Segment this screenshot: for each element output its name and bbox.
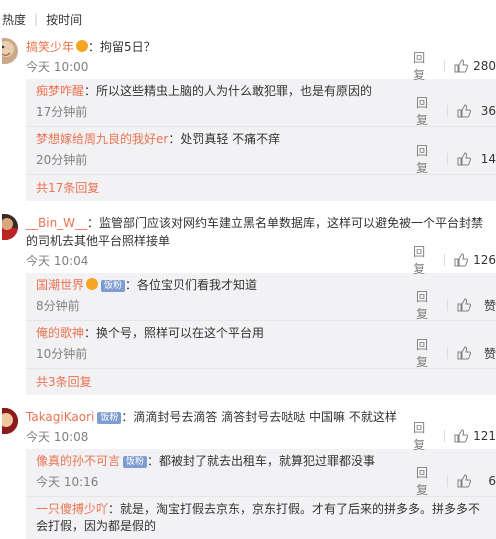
reply-time: 17分钟前	[36, 104, 88, 119]
replies-box: 痴梦咋醒：所以这些精虫上脑的人为什么敢犯罪，也是有原因的 17分钟前 回复 36 梦…	[26, 79, 496, 201]
reply-button[interactable]: 回复	[416, 142, 438, 176]
thumbs-up-icon[interactable]	[454, 59, 469, 73]
reply-username[interactable]: 像真的孙不可言	[36, 454, 120, 468]
reply-content: ：所以这些精虫上脑的人为什么敢犯罪，也是有原因的	[84, 84, 373, 98]
divider	[447, 153, 448, 165]
comment-item: TakagiKaori 饭粉 ：滴滴封号去滴答 滴答封号去哒哒 中国嘛 不就这样 今…	[0, 408, 496, 539]
divider	[447, 299, 448, 311]
sort-divider: |	[34, 12, 39, 26]
thumbs-up-icon[interactable]	[457, 152, 471, 166]
comment-meta: 今天 10:08 回复 121	[26, 421, 496, 452]
avatar-image-icon	[2, 218, 18, 240]
fan-badge: 饭粉	[123, 456, 148, 468]
avatar[interactable]	[2, 214, 18, 240]
avatar-image-icon	[2, 41, 14, 57]
reply-item: 像真的孙不可言 饭粉 ：都被封了就去出租车，就算犯过罪都没事 今天 10:16 回复 6	[26, 449, 496, 497]
reply-button[interactable]: 回复	[416, 94, 438, 128]
thumbs-up-icon[interactable]	[457, 474, 471, 488]
reply-username[interactable]: 痴梦咋醒	[36, 84, 84, 98]
vip-icon	[86, 278, 99, 290]
vip-icon	[76, 40, 89, 52]
reply-item: 梦想嫁给周九良的我好er：处罚真轻 不痛不痒 20分钟前 回复 14	[26, 127, 496, 175]
replies-box: 国潮世界 饭粉 ：各位宝贝们看我才知道 8分钟前 回复赞 俺的歌神：换个号，照样可以在…	[26, 273, 496, 395]
thumbs-up-icon[interactable]	[457, 298, 471, 312]
like-count: 14	[480, 152, 496, 166]
reply-time: 8分钟前	[36, 298, 80, 313]
divider	[447, 475, 448, 487]
thumbs-up-icon[interactable]	[454, 429, 469, 443]
comment-item: 搞笑少年 ：拘留5日？ 今天 10:00 回复 280 痴梦咋醒：所以这些精虫上脑…	[0, 38, 496, 201]
reply-item: 国潮世界 饭粉 ：各位宝贝们看我才知道 8分钟前 回复 赞	[26, 273, 496, 321]
comment-username[interactable]: 搞笑少年	[26, 40, 74, 54]
reply-button[interactable]: 回复	[416, 464, 438, 498]
thumbs-up-icon[interactable]	[457, 104, 471, 118]
sort-hot[interactable]: 热度	[2, 11, 26, 28]
thumbs-up-icon[interactable]	[457, 346, 471, 360]
thumbs-up-icon[interactable]	[454, 253, 469, 267]
fan-badge: 饭粉	[101, 280, 126, 292]
reply-content: ：都被封了就去出租车，就算犯过罪都没事	[147, 454, 376, 468]
divider	[444, 60, 446, 72]
reply-button[interactable]: 回复	[413, 49, 435, 83]
like-count: 126	[473, 253, 496, 267]
comment-time: 今天 10:00	[26, 59, 89, 74]
reply-time: 今天 10:16	[36, 474, 99, 489]
like-count: 121	[473, 429, 496, 443]
more-replies-link[interactable]: 共17条回复	[26, 175, 496, 201]
sort-time[interactable]: 按时间	[46, 11, 82, 28]
like-count: 280	[473, 59, 496, 73]
divider	[447, 105, 448, 117]
reply-time: 20分钟前	[36, 152, 88, 167]
like-count: 赞	[483, 346, 496, 361]
comment-meta: 今天 10:00 回复 280	[26, 51, 496, 82]
comment-username[interactable]: TakagiKaori	[26, 410, 94, 424]
reply-item: 一只傻搏少吖：就是，淘宝打假去京东，京东打假。才有了后来的拼多多。拼多多不会打假…	[26, 497, 496, 539]
avatar[interactable]	[2, 408, 18, 434]
reply-username[interactable]: 国潮世界	[36, 278, 84, 292]
replies-box: 像真的孙不可言 饭粉 ：都被封了就去出租车，就算犯过罪都没事 今天 10:16 回复 6…	[26, 449, 496, 539]
divider	[444, 430, 446, 442]
avatar-image-icon	[2, 408, 18, 434]
avatar[interactable]	[2, 38, 18, 64]
reply-button[interactable]: 回复	[416, 288, 438, 322]
reply-content: ：各位宝贝们看我才知道	[125, 278, 258, 292]
reply-time: 10分钟前	[36, 346, 88, 361]
comment-time: 今天 10:08	[26, 429, 89, 444]
reply-item: 俺的歌神：换个号，照样可以在这个平台用 10分钟前 回复 赞	[26, 321, 496, 369]
comment-username[interactable]: __Bin_W__	[26, 216, 87, 230]
divider	[444, 254, 446, 266]
comment-content: ：拘留5日？	[88, 40, 156, 54]
reply-button[interactable]: 回复	[416, 336, 438, 370]
reply-button[interactable]: 回复	[413, 243, 435, 277]
divider	[447, 347, 448, 359]
more-replies-link[interactable]: 共3条回复	[26, 369, 496, 395]
reply-button[interactable]: 回复	[413, 419, 435, 453]
reply-item: 痴梦咋醒：所以这些精虫上脑的人为什么敢犯罪，也是有原因的 17分钟前 回复 36	[26, 79, 496, 127]
reply-username[interactable]: 梦想嫁给周九良的我好er	[36, 132, 168, 146]
reply-content: ：换个号，照样可以在这个平台用	[84, 326, 265, 340]
fan-badge: 饭粉	[97, 412, 122, 424]
comment-time: 今天 10:04	[26, 253, 89, 268]
reply-username[interactable]: 一只傻搏少吖	[36, 502, 108, 516]
like-count: 6	[488, 474, 496, 488]
reply-username[interactable]: 俺的歌神	[36, 326, 84, 340]
sort-bar: 热度 | 按时间	[0, 0, 496, 38]
comment-meta: 今天 10:04 回复 126	[26, 245, 496, 276]
like-count: 赞	[483, 298, 496, 313]
like-count: 36	[480, 104, 496, 118]
comment-content: ：滴滴封号去滴答 滴答封号去哒哒 中国嘛 不就这样	[121, 410, 397, 424]
reply-content: ：处罚真轻 不痛不痒	[168, 132, 281, 146]
comment-item: __Bin_W__：监管部门应该对网约车建立黑名单数据库，这样可以避免被一个平台…	[0, 214, 496, 395]
